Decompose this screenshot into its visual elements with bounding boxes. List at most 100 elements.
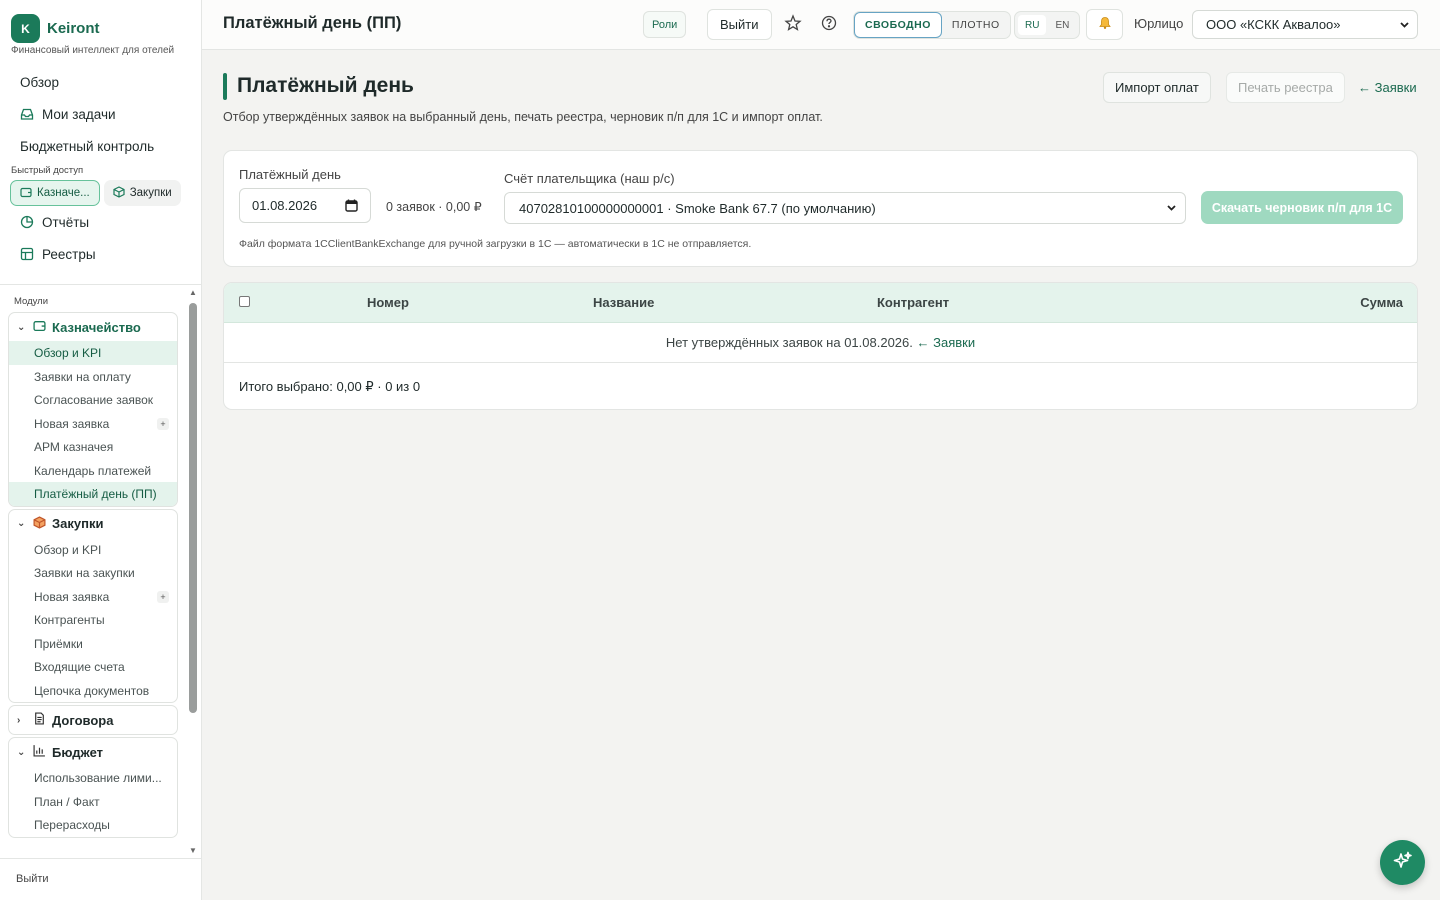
nav-item-label: Обзор xyxy=(20,74,59,90)
module-group-treasury: ⌄ Казначейство Обзор и KPI Заявки на опл… xyxy=(8,312,178,507)
quick-chip-treasury[interactable]: Казначе... xyxy=(10,180,100,206)
empty-state-link[interactable]: ← Заявки xyxy=(917,335,976,350)
payment-date-input[interactable]: 01.08.2026 xyxy=(239,188,371,223)
entity-select[interactable]: ООО «КСКК Аквалоо» xyxy=(1192,10,1418,39)
scroll-down-icon[interactable]: ▼ xyxy=(188,846,198,856)
sidebar-divider xyxy=(0,284,201,285)
module-group-budget: ⌄ Бюджет Использование лими... План / Фа… xyxy=(8,737,178,838)
module-item-label: Заявки на оплату xyxy=(34,369,131,384)
title-accent-bar xyxy=(223,73,227,100)
chevron-right-icon: › xyxy=(17,714,21,726)
payer-account-select[interactable]: 40702810100000000001 · Smoke Bank 67.7 (… xyxy=(504,192,1186,224)
module-header-treasury[interactable]: ⌄ Казначейство xyxy=(9,313,177,341)
module-item-limit-usage[interactable]: Использование лими... xyxy=(9,766,177,790)
modules-label: Модули xyxy=(14,296,49,307)
plus-icon[interactable]: + xyxy=(157,590,169,603)
module-item-counterparties[interactable]: Контрагенты xyxy=(9,608,177,632)
back-to-requests-link[interactable]: ← Заявки xyxy=(1358,80,1417,95)
module-item-plan-fact[interactable]: План / Факт xyxy=(9,790,177,814)
empty-state-row: Нет утверждённых заявок на 01.08.2026. ←… xyxy=(224,323,1417,363)
module-header-contracts[interactable]: › Договора xyxy=(9,706,177,734)
column-number[interactable]: Номер xyxy=(367,295,409,310)
page-header-title: Платёжный день (ПП) xyxy=(223,14,402,32)
module-item-label: Цепочка документов xyxy=(34,683,150,698)
notifications-button[interactable] xyxy=(1086,9,1123,40)
nav-item-overview[interactable]: Обзор xyxy=(0,66,202,98)
module-item-label: АРМ казначея xyxy=(34,440,114,455)
module-item-document-chain[interactable]: Цепочка документов xyxy=(9,679,177,703)
calendar-icon[interactable] xyxy=(345,199,358,212)
roles-button[interactable]: Роли xyxy=(643,11,687,38)
chevron-down-icon: ⌄ xyxy=(17,518,26,529)
doc-icon xyxy=(33,712,46,728)
page-description: Отбор утверждённых заявок на выбранный д… xyxy=(223,110,823,124)
module-item-label: Перерасходы xyxy=(34,818,110,833)
help-icon[interactable] xyxy=(820,14,838,32)
selection-total: Итого выбрано: 0,00 ₽ · 0 из 0 xyxy=(239,379,421,394)
module-item-receipts[interactable]: Приёмки xyxy=(9,632,177,656)
sparkle-icon xyxy=(1392,850,1414,875)
scrollbar-thumb[interactable] xyxy=(189,303,197,713)
sidebar-scrollbar[interactable]: ▲ ▼ xyxy=(188,288,198,858)
module-item-payment-requests[interactable]: Заявки на оплату xyxy=(9,365,177,389)
import-payments-button[interactable]: Импорт оплат xyxy=(1103,72,1211,103)
sidebar: K Keiront Финансовый интеллект для отеле… xyxy=(0,0,202,900)
exit-button[interactable]: Выйти xyxy=(707,9,772,40)
module-item-purchase-requests[interactable]: Заявки на закупки xyxy=(9,561,177,585)
selection-summary: 0 заявок · 0,00 ₽ xyxy=(386,200,482,214)
brand-subtitle: Финансовый интеллект для отелей xyxy=(11,45,175,56)
modules-list: ⌄ Казначейство Обзор и KPI Заявки на опл… xyxy=(0,310,186,858)
module-item-procurement-overview[interactable]: Обзор и KPI xyxy=(9,538,177,562)
requests-table: Номер Название Контрагент Сумма Нет утве… xyxy=(223,282,1418,410)
entity-value: ООО «КСКК Аквалоо» xyxy=(1206,17,1341,32)
module-item-label: Согласование заявок xyxy=(34,393,154,408)
module-item-treasurer-workplace[interactable]: АРМ казначея xyxy=(9,435,177,459)
chip-label: Закупки xyxy=(129,187,172,199)
scroll-up-icon[interactable]: ▲ xyxy=(188,288,198,298)
column-counterparty[interactable]: Контрагент xyxy=(877,295,949,310)
module-item-treasury-overview[interactable]: Обзор и KPI xyxy=(9,341,177,365)
module-item-label: Календарь платежей xyxy=(34,463,152,478)
module-item-overspend[interactable]: Перерасходы xyxy=(9,813,177,837)
plus-icon[interactable]: + xyxy=(157,417,169,430)
account-value: 40702810100000000001 · Smoke Bank 67.7 (… xyxy=(519,200,876,216)
nav-item-reports[interactable]: Отчёты xyxy=(0,206,202,238)
module-item-new-request[interactable]: Новая заявка + xyxy=(9,412,177,436)
ai-assistant-button[interactable] xyxy=(1380,840,1425,885)
download-draft-button[interactable]: Скачать черновик п/п для 1С xyxy=(1201,191,1403,224)
module-title: Договора xyxy=(52,712,114,728)
module-group-procurement: ⌄ Закупки Обзор и KPI Заявки на закупки … xyxy=(8,508,178,703)
column-amount[interactable]: Сумма xyxy=(1360,295,1403,310)
quick-access: Казначе... Закупки xyxy=(10,180,181,206)
density-option-dense[interactable]: ПЛОТНО xyxy=(942,12,1010,38)
column-name[interactable]: Название xyxy=(593,295,654,310)
quick-chip-procurement[interactable]: Закупки xyxy=(103,180,181,206)
wallet-icon xyxy=(33,319,46,335)
module-title: Закупки xyxy=(52,516,104,531)
nav-item-budget-control[interactable]: Бюджетный контроль xyxy=(0,130,202,162)
module-item-payment-day[interactable]: Платёжный день (ПП) xyxy=(9,482,177,506)
chip-label: Казначе... xyxy=(37,187,90,199)
module-item-label: Контрагенты xyxy=(34,613,105,628)
module-item-payment-calendar[interactable]: Календарь платежей xyxy=(9,459,177,483)
filter-card: Платёжный день 01.08.2026 0 заявок · 0,0… xyxy=(223,150,1418,267)
brand[interactable]: K Keiront xyxy=(11,14,100,43)
module-header-procurement[interactable]: ⌄ Закупки xyxy=(9,510,177,538)
density-option-free[interactable]: СВОБОДНО xyxy=(854,12,942,38)
print-register-button[interactable]: Печать реестра xyxy=(1226,72,1345,103)
module-header-budget[interactable]: ⌄ Бюджет xyxy=(9,738,177,766)
sidebar-logout[interactable]: Выйти xyxy=(0,858,201,900)
nav-item-registers[interactable]: Реестры xyxy=(0,238,202,270)
star-icon[interactable] xyxy=(784,14,802,32)
lang-option-ru[interactable]: RU xyxy=(1018,15,1047,35)
module-item-approvals[interactable]: Согласование заявок xyxy=(9,388,177,412)
chevron-down-icon: ⌄ xyxy=(17,321,26,333)
nav-item-my-tasks[interactable]: Мои задачи xyxy=(0,98,202,130)
module-item-incoming-invoices[interactable]: Входящие счета xyxy=(9,655,177,679)
nav-item-label: Мои задачи xyxy=(42,106,116,122)
select-all-checkbox[interactable] xyxy=(239,296,250,307)
module-item-new-purchase[interactable]: Новая заявка + xyxy=(9,585,177,609)
chevron-down-icon xyxy=(1166,202,1177,216)
language-toggle: RU EN xyxy=(1014,11,1081,39)
lang-option-en[interactable]: EN xyxy=(1048,15,1076,35)
